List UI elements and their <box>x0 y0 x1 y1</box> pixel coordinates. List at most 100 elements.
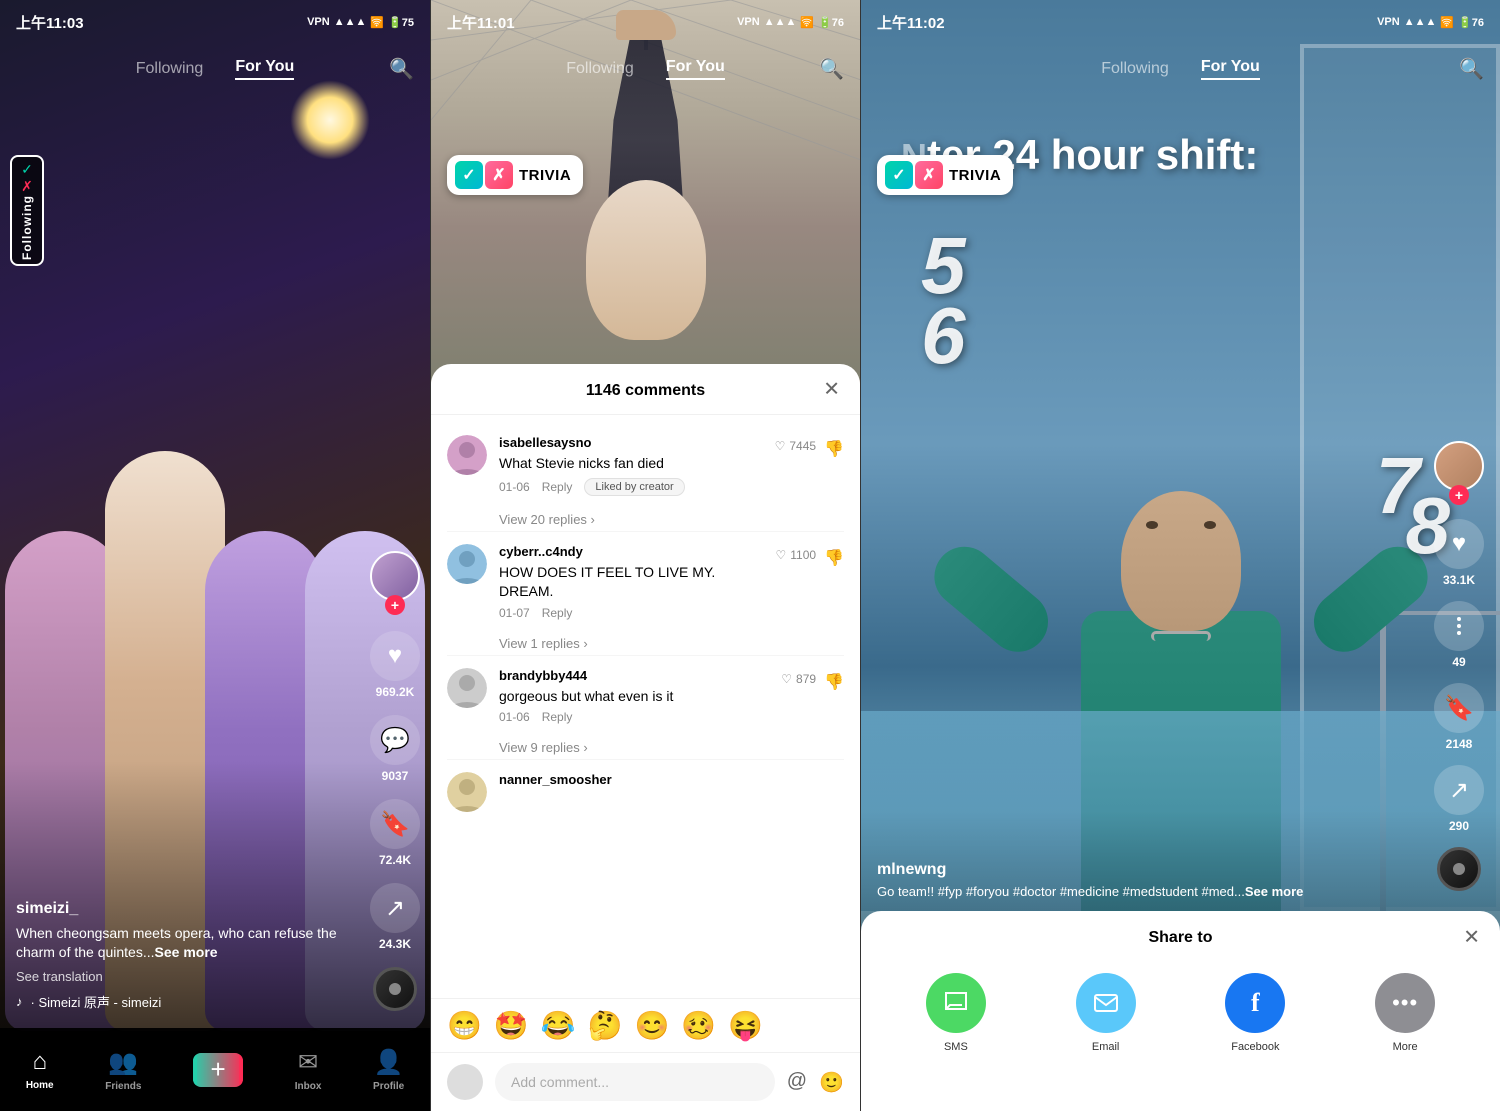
view-replies-3[interactable]: View 9 replies › <box>431 736 860 759</box>
trivia-badge-panel3[interactable]: ✓ ✗ TRIVIA <box>877 155 1013 195</box>
share-sms[interactable]: SMS <box>926 973 986 1053</box>
dislike-icon-1[interactable]: 👎 <box>824 439 844 459</box>
panel3-save-action[interactable]: 🔖 2148 <box>1434 683 1484 751</box>
trivia-badge-panel1[interactable]: ✓ ✗ Following <box>10 155 44 266</box>
follow-plus-1[interactable]: + <box>385 595 405 615</box>
see-more-1[interactable]: See more <box>155 944 218 960</box>
facebook-icon[interactable]: f <box>1225 973 1285 1033</box>
follow-plus-3[interactable]: + <box>1449 485 1469 505</box>
see-more-3[interactable]: See more <box>1245 884 1304 899</box>
panel1-like-action[interactable]: ♥ 969.2K <box>370 631 420 699</box>
comment-username-4[interactable]: nanner_smoosher <box>499 772 844 787</box>
following-tab-2[interactable]: Following <box>566 60 634 78</box>
creator-avatar-3[interactable] <box>1434 441 1484 491</box>
save-count-1: 72.4K <box>379 853 411 867</box>
share-close-button[interactable]: ✕ <box>1463 925 1480 950</box>
sms-icon[interactable] <box>926 973 986 1033</box>
comments-close-button[interactable]: ✕ <box>823 377 840 402</box>
following-tab-3[interactable]: Following <box>1101 60 1169 78</box>
like-icon-1[interactable]: ♥ <box>370 631 420 681</box>
panel1-right-actions: + ♥ 969.2K 💬 9037 🔖 72.4K ↗ 24.3K <box>370 551 420 1011</box>
foryou-tab-1[interactable]: For You <box>235 58 294 80</box>
nav-profile-1[interactable]: 👤 Profile <box>373 1048 404 1092</box>
search-icon-1[interactable]: 🔍 <box>389 57 414 82</box>
comment-icon-1[interactable]: 💬 <box>370 715 420 765</box>
emoji-2[interactable]: 🤩 <box>494 1009 529 1042</box>
comment-input-field[interactable]: Add comment... <box>495 1063 775 1101</box>
share-count-3: 290 <box>1449 819 1469 833</box>
panel3-username[interactable]: mlnewng <box>877 861 1420 879</box>
emoji-7[interactable]: 😝 <box>728 1009 763 1042</box>
comment-actions-3: ♡ 879 👎 <box>781 668 844 725</box>
foryou-tab-3[interactable]: For You <box>1201 58 1260 80</box>
comment-avatar-4[interactable] <box>447 772 487 812</box>
emoji-1[interactable]: 😁 <box>447 1009 482 1042</box>
emoji-4[interactable]: 🤔 <box>588 1009 623 1042</box>
panel1-share-action[interactable]: ↗ 24.3K <box>370 883 420 951</box>
comment-reply-2[interactable]: Reply <box>542 606 573 620</box>
dislike-icon-3[interactable]: 👎 <box>824 672 844 692</box>
liked-by-creator-badge: Liked by creator <box>584 478 684 496</box>
comment-avatar-2[interactable] <box>447 544 487 584</box>
nav-home-1[interactable]: ⌂ Home <box>26 1048 54 1091</box>
comment-avatar-3[interactable] <box>447 668 487 708</box>
share-email[interactable]: Email <box>1076 973 1136 1053</box>
panel3-avatar-action[interactable]: + <box>1434 441 1484 505</box>
comment-username-1[interactable]: isabellesaysno <box>499 435 763 450</box>
panel1-avatar-action[interactable]: + <box>370 551 420 615</box>
like-icon-3[interactable]: ♥ <box>1434 519 1484 569</box>
comment-item-2: cyberr..c4ndy HOW DOES IT FEEL TO LIVE M… <box>431 532 860 632</box>
view-replies-1[interactable]: View 20 replies › <box>431 508 860 531</box>
nav-add-1[interactable]: + <box>193 1053 243 1087</box>
comment-actions-2: ♡ 1100 👎 <box>776 544 845 620</box>
comment-username-2[interactable]: cyberr..c4ndy <box>499 544 764 559</box>
like-button-1[interactable]: ♡ 7445 <box>775 439 816 453</box>
like-button-3[interactable]: ♡ 879 <box>781 672 816 686</box>
home-icon-1: ⌂ <box>32 1048 47 1076</box>
comments-list: isabellesaysno What Stevie nicks fan die… <box>431 415 860 998</box>
share-icon-3[interactable]: ↗ <box>1434 765 1484 815</box>
emoji-6[interactable]: 🥴 <box>681 1009 716 1042</box>
nav-friends-1[interactable]: 👥 Friends <box>105 1048 141 1092</box>
share-more[interactable]: ••• More <box>1375 973 1435 1053</box>
following-tab-1[interactable]: Following <box>136 60 204 78</box>
email-icon[interactable] <box>1076 973 1136 1033</box>
panel3-like-action[interactable]: ♥ 33.1K <box>1434 519 1484 587</box>
more-label: More <box>1393 1041 1418 1053</box>
search-icon-2[interactable]: 🔍 <box>819 57 844 82</box>
panel1-save-action[interactable]: 🔖 72.4K <box>370 799 420 867</box>
panel3-comment-action[interactable]: 49 <box>1434 601 1484 669</box>
foryou-tab-2[interactable]: For You <box>666 58 725 80</box>
panel1-comment-action[interactable]: 💬 9037 <box>370 715 420 783</box>
comment-reply-3[interactable]: Reply <box>542 710 573 724</box>
emoji-3[interactable]: 😂 <box>541 1009 576 1042</box>
status-icons-2: VPN ▲▲▲ 🛜 🔋76 <box>737 16 844 29</box>
more-icon[interactable]: ••• <box>1375 973 1435 1033</box>
share-facebook[interactable]: f Facebook <box>1225 973 1285 1053</box>
emoji-picker-icon[interactable]: 🙂 <box>819 1070 844 1095</box>
see-translation-1[interactable]: See translation <box>16 969 350 984</box>
dislike-icon-2[interactable]: 👎 <box>824 548 844 568</box>
comment-avatar-1[interactable] <box>447 435 487 475</box>
add-button-1[interactable]: + <box>193 1053 243 1087</box>
panel3-share-action[interactable]: ↗ 290 <box>1434 765 1484 833</box>
save-icon-1[interactable]: 🔖 <box>370 799 420 849</box>
nav-inbox-1[interactable]: ✉ Inbox <box>295 1048 322 1092</box>
save-icon-3[interactable]: 🔖 <box>1434 683 1484 733</box>
like-button-2[interactable]: ♡ 1100 <box>776 548 817 562</box>
emoji-5[interactable]: 😊 <box>635 1009 670 1042</box>
comment-reply-1[interactable]: Reply <box>542 480 573 494</box>
trivia-icons-3: ✓ ✗ <box>885 161 943 189</box>
comment-username-3[interactable]: brandybby444 <box>499 668 769 683</box>
share-icon-1[interactable]: ↗ <box>370 883 420 933</box>
status-time-2: 上午11:01 <box>447 12 515 33</box>
comment-icon-3[interactable] <box>1434 601 1484 651</box>
comment-item: isabellesaysno What Stevie nicks fan die… <box>431 423 860 508</box>
search-icon-3[interactable]: 🔍 <box>1459 57 1484 82</box>
view-replies-2[interactable]: View 1 replies › <box>431 632 860 655</box>
trivia-badge-2[interactable]: ✓ ✗ TRIVIA <box>447 155 583 195</box>
like-count-1: 969.2K <box>376 685 415 699</box>
at-icon[interactable]: @ <box>787 1070 807 1095</box>
panel1-username[interactable]: simeizi_ <box>16 900 350 918</box>
creator-avatar-1[interactable] <box>370 551 420 601</box>
